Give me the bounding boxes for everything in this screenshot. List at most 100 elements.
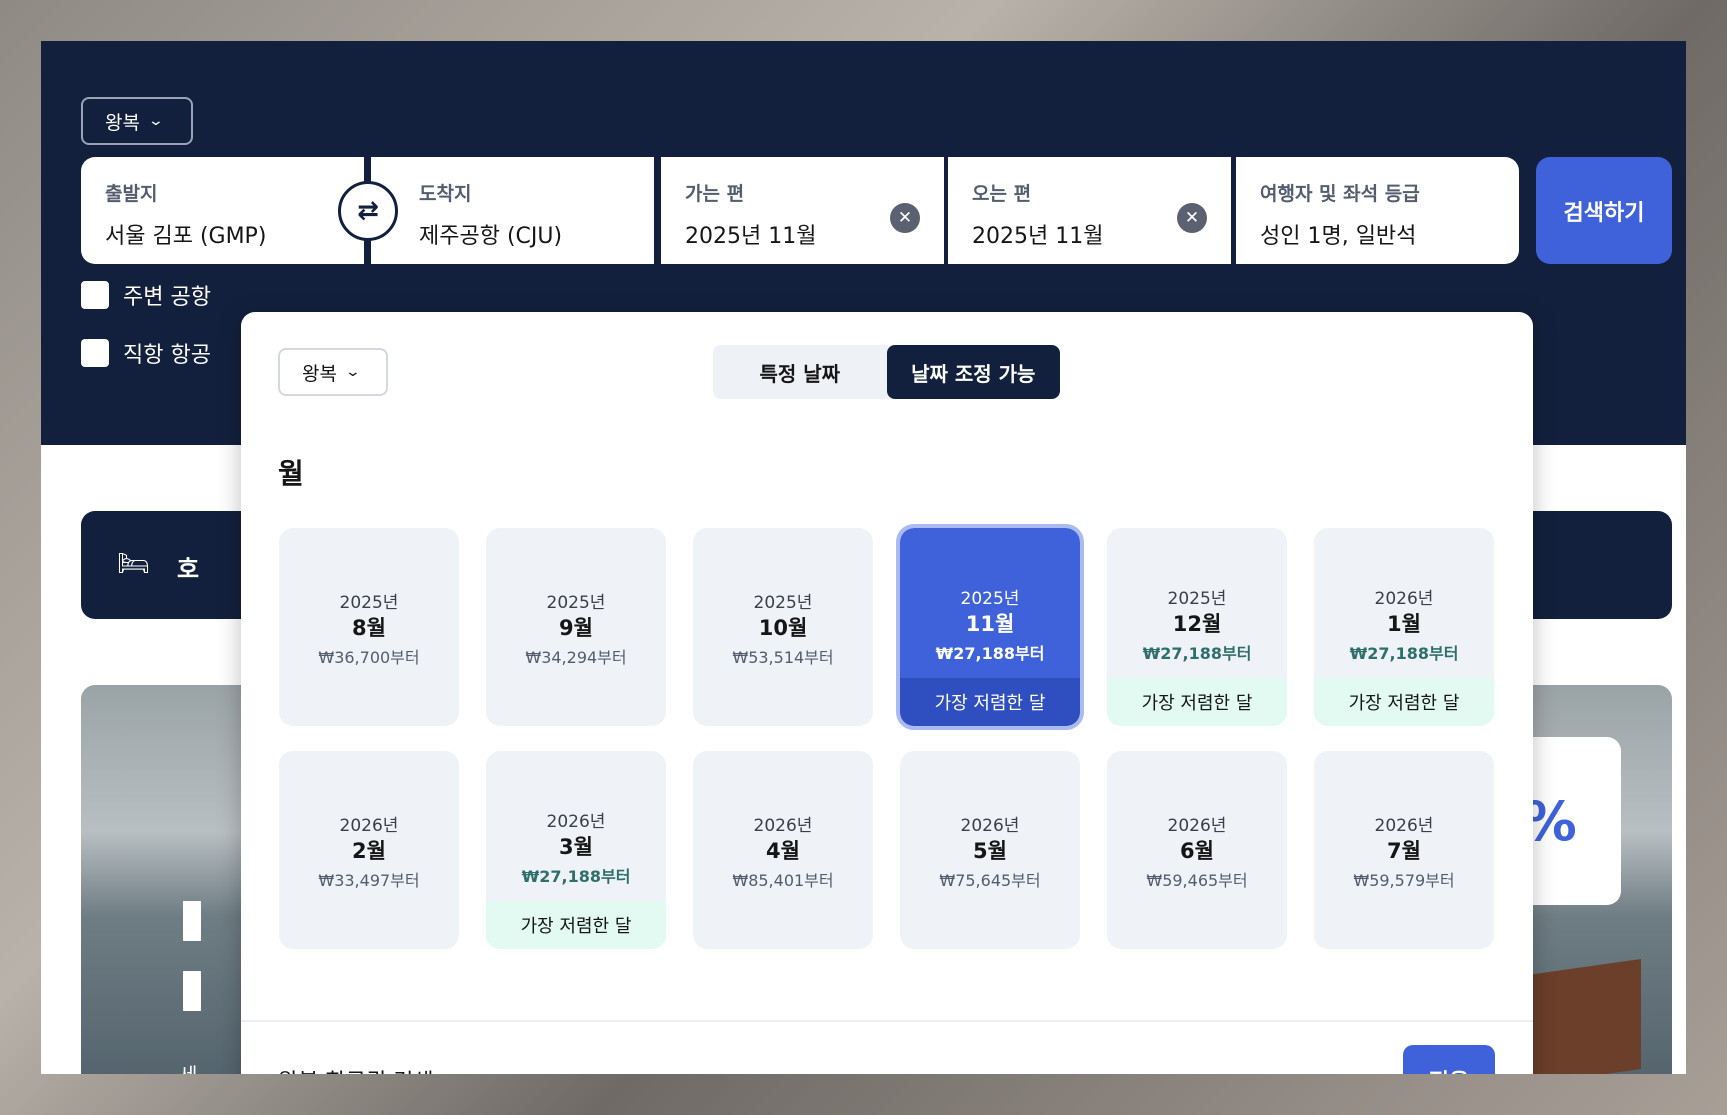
month-price: ₩85,401부터 [732, 871, 834, 890]
swap-icon[interactable]: ⇄ [338, 181, 398, 241]
month-price: ₩36,700부터 [318, 648, 420, 667]
travelers-label: 여행자 및 좌석 등급 [1260, 183, 1420, 205]
origin-field[interactable]: 출발지 서울 김포 (GMP) [81, 157, 364, 264]
month-name: 9월 [559, 616, 593, 640]
depart-field[interactable]: 가는 편 2025년 11월 ✕ [661, 157, 944, 264]
month-price: ₩59,465부터 [1146, 871, 1248, 890]
month-card[interactable]: 2026년 2월 ₩33,497부터 [279, 751, 459, 949]
footer-summary: 왕복 항공권 검색 [278, 1064, 434, 1074]
cheapest-badge: 가장 저렴한 달 [1314, 678, 1494, 726]
cheapest-badge: 가장 저렴한 달 [486, 901, 666, 949]
return-label: 오는 편 [972, 183, 1032, 205]
bed-icon: 🛏 [117, 549, 151, 579]
clear-glyph: ✕ [1184, 208, 1200, 228]
month-year: 2025년 [1167, 589, 1227, 609]
month-year: 2026년 [339, 816, 399, 836]
promo-text-fragment [183, 971, 201, 1011]
month-card[interactable]: 2025년 11월 ₩27,188부터가장 저렴한 달 [896, 524, 1084, 730]
month-price: ₩27,188부터 [521, 867, 631, 886]
month-name: 10월 [758, 616, 808, 640]
direct-flights-checkbox[interactable]: 직항 항공 [81, 337, 211, 369]
clear-depart-icon[interactable]: ✕ [890, 203, 920, 233]
picker-trip-type-dropdown[interactable]: 왕복 ⌄ [278, 348, 388, 396]
month-card[interactable]: 2026년 5월 ₩75,645부터 [900, 751, 1080, 949]
app-frame: 왕복 ⌄ 출발지 서울 김포 (GMP) ⇄ 도착지 제주공항 (CJU) 가는… [41, 41, 1686, 1074]
month-card[interactable]: 2026년 7월 ₩59,579부터 [1314, 751, 1494, 949]
month-year: 2026년 [960, 816, 1020, 836]
destination-field[interactable]: 도착지 제주공항 (CJU) [371, 157, 654, 264]
month-name: 11월 [965, 612, 1015, 636]
month-card[interactable]: 2026년 1월 ₩27,188부터가장 저렴한 달 [1314, 528, 1494, 726]
month-picker-popup: 왕복 ⌄ 특정 날짜 날짜 조정 가능 월 2025년 8월 ₩36,700부터 2… [241, 312, 1533, 1074]
origin-value: 서울 김포 (GMP) [105, 224, 267, 249]
travelers-value: 성인 1명, 일반석 [1260, 224, 1417, 249]
clear-return-icon[interactable]: ✕ [1177, 203, 1207, 233]
return-field[interactable]: 오는 편 2025년 11월 ✕ [948, 157, 1231, 264]
travelers-field[interactable]: 여행자 및 좌석 등급 성인 1명, 일반석 [1236, 157, 1519, 264]
month-name: 3월 [559, 835, 593, 859]
month-price: ₩27,188부터 [1142, 644, 1252, 663]
month-card[interactable]: 2026년 3월 ₩27,188부터가장 저렴한 달 [486, 751, 666, 949]
depart-value: 2025년 11월 [685, 224, 817, 249]
month-price: ₩27,188부터 [935, 644, 1045, 663]
month-card[interactable]: 2025년 8월 ₩36,700부터 [279, 528, 459, 726]
month-year: 2026년 [1374, 589, 1434, 609]
month-price: ₩53,514부터 [732, 648, 834, 667]
month-card[interactable]: 2025년 10월 ₩53,514부터 [693, 528, 873, 726]
month-year: 2026년 [1374, 816, 1434, 836]
direct-flights-label: 직항 항공 [123, 343, 211, 368]
month-year: 2025년 [753, 593, 813, 613]
nearby-airports-checkbox[interactable]: 주변 공항 [81, 279, 211, 311]
checkbox-box[interactable] [81, 281, 109, 309]
search-button[interactable]: 검색하기 [1536, 157, 1672, 264]
origin-label: 출발지 [105, 183, 158, 205]
footer-divider [241, 1020, 1533, 1022]
month-name: 4월 [766, 839, 800, 863]
month-name: 2월 [352, 839, 386, 863]
month-card[interactable]: 2025년 9월 ₩34,294부터 [486, 528, 666, 726]
destination-label: 도착지 [419, 183, 472, 205]
picker-trip-type-label: 왕복 [302, 362, 337, 385]
swap-glyph: ⇄ [357, 196, 379, 226]
month-year: 2025년 [960, 589, 1020, 609]
month-year: 2025년 [546, 593, 606, 613]
checkbox-box[interactable] [81, 339, 109, 367]
month-card[interactable]: 2025년 12월 ₩27,188부터가장 저렴한 달 [1107, 528, 1287, 726]
hotel-bar-label: 호 [177, 555, 200, 583]
month-name: 6월 [1180, 839, 1214, 863]
tab-specific-date[interactable]: 특정 날짜 [713, 345, 887, 399]
month-name: 8월 [352, 616, 386, 640]
month-price: ₩33,497부터 [318, 871, 420, 890]
month-year: 2025년 [339, 593, 399, 613]
apply-button[interactable]: 적용 [1403, 1045, 1495, 1074]
month-year: 2026년 [1167, 816, 1227, 836]
month-price: ₩34,294부터 [525, 648, 627, 667]
month-card[interactable]: 2026년 4월 ₩85,401부터 [693, 751, 873, 949]
month-card[interactable]: 2026년 6월 ₩59,465부터 [1107, 751, 1287, 949]
month-price: ₩59,579부터 [1353, 871, 1455, 890]
month-name: 1월 [1387, 612, 1421, 636]
month-name: 7월 [1387, 839, 1421, 863]
month-price: ₩27,188부터 [1349, 644, 1459, 663]
promo-caption: 세 [179, 1059, 197, 1074]
clear-glyph: ✕ [897, 208, 913, 228]
trip-type-dropdown[interactable]: 왕복 ⌄ [81, 97, 193, 145]
depart-label: 가는 편 [685, 183, 745, 205]
month-name: 12월 [1172, 612, 1222, 636]
nearby-airports-label: 주변 공항 [123, 285, 211, 310]
tab-flexible-date[interactable]: 날짜 조정 가능 [886, 345, 1060, 399]
date-mode-toggle: 특정 날짜 날짜 조정 가능 [713, 345, 1060, 399]
trip-type-label: 왕복 [105, 111, 140, 134]
month-year: 2026년 [546, 812, 606, 832]
section-title: 월 [278, 457, 304, 490]
chevron-down-icon: ⌄ [344, 364, 362, 380]
month-name: 5월 [973, 839, 1007, 863]
cheapest-badge: 가장 저렴한 달 [1107, 678, 1287, 726]
cheapest-badge: 가장 저렴한 달 [900, 678, 1080, 726]
month-price: ₩75,645부터 [939, 871, 1041, 890]
destination-value: 제주공항 (CJU) [419, 224, 563, 249]
month-year: 2026년 [753, 816, 813, 836]
return-value: 2025년 11월 [972, 224, 1104, 249]
promo-text-fragment [183, 901, 201, 941]
chevron-down-icon: ⌄ [147, 113, 165, 129]
